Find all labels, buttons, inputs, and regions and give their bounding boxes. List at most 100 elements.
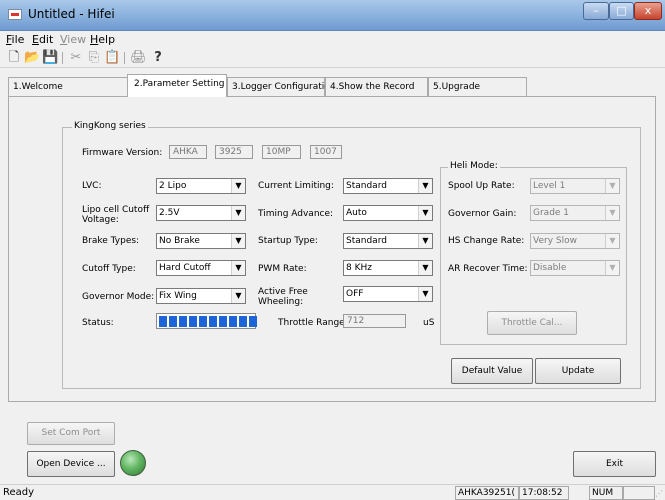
- lvc-value: 2 Lipo: [159, 181, 187, 191]
- menu-view-label: iew: [67, 33, 87, 46]
- startup-type-select[interactable]: Standard ▼: [343, 233, 433, 249]
- hs-change-rate-label: HS Change Rate:: [448, 236, 525, 246]
- governor-gain-select[interactable]: Grade 1 ▼: [530, 205, 620, 221]
- pwm-rate-label: PWM Rate:: [258, 264, 307, 274]
- menu-edit-label: dit: [38, 33, 54, 46]
- lipo-cutoff-select[interactable]: 2.5V ▼: [156, 205, 246, 221]
- cutoff-type-select[interactable]: Hard Cutoff ▼: [156, 260, 246, 276]
- active-free-wheeling-value: OFF: [346, 289, 364, 299]
- pwm-rate-select[interactable]: 8 KHz ▼: [343, 260, 433, 276]
- firmware-part-1: AHKA: [169, 145, 207, 159]
- minimize-button[interactable]: –: [583, 2, 609, 20]
- open-folder-icon[interactable]: 📂: [24, 50, 40, 66]
- brake-types-select[interactable]: No Brake ▼: [156, 233, 246, 249]
- copy-icon[interactable]: ⎘: [86, 50, 102, 66]
- maximize-button[interactable]: □: [609, 2, 634, 20]
- menu-help[interactable]: Help: [90, 33, 115, 46]
- chevron-down-icon: ▼: [231, 234, 245, 248]
- progress-block: [249, 316, 257, 327]
- progress-block: [169, 316, 177, 327]
- tab-welcome[interactable]: 1.Welcome: [8, 77, 128, 97]
- chevron-down-icon: ▼: [418, 287, 432, 301]
- firmware-part-2: 3925: [215, 145, 253, 159]
- chevron-down-icon: ▼: [231, 289, 245, 303]
- connection-status-led: [120, 450, 146, 476]
- status-device-id: AHKA39251(: [455, 486, 519, 500]
- menu-file[interactable]: File: [6, 33, 24, 46]
- brake-types-label: Brake Types:: [82, 236, 140, 246]
- progress-block: [239, 316, 247, 327]
- new-file-icon[interactable]: 🗋: [6, 50, 22, 66]
- menu-file-label: ile: [11, 33, 25, 46]
- menu-edit-key: E: [32, 33, 39, 46]
- chevron-down-icon: ▼: [418, 261, 432, 275]
- status-empty-panel: [623, 486, 655, 500]
- governor-gain-value: Grade 1: [533, 208, 570, 218]
- window-title: Untitled - Hifei: [28, 7, 115, 21]
- update-button[interactable]: Update: [535, 358, 621, 384]
- governor-mode-select[interactable]: Fix Wing ▼: [156, 288, 246, 304]
- tab-show-record[interactable]: 4.Show the Record: [325, 77, 428, 97]
- active-free-wheeling-select[interactable]: OFF ▼: [343, 286, 433, 302]
- spool-up-rate-select[interactable]: Level 1 ▼: [530, 178, 620, 194]
- timing-advance-label: Timing Advance:: [258, 209, 334, 219]
- cut-icon[interactable]: ✂: [68, 50, 84, 66]
- menu-bar: File Edit View Help: [0, 31, 665, 48]
- chevron-down-icon: ▼: [418, 206, 432, 220]
- tab-parameter-setting[interactable]: 2.Parameter Setting: [127, 74, 227, 97]
- hs-change-rate-value: Very Slow: [533, 236, 577, 246]
- lvc-select[interactable]: 2 Lipo ▼: [156, 178, 246, 194]
- lipo-cutoff-value: 2.5V: [159, 208, 180, 218]
- firmware-part-3: 10MP: [262, 145, 301, 159]
- lipo-cutoff-label: Lipo cell Cutoff Voltage:: [82, 205, 150, 225]
- chevron-down-icon: ▼: [418, 234, 432, 248]
- chevron-down-icon: ▼: [605, 261, 619, 275]
- current-limiting-select[interactable]: Standard ▼: [343, 178, 433, 194]
- tab-logger-configuration[interactable]: 3.Logger Configuration: [227, 77, 336, 97]
- menu-edit[interactable]: Edit: [32, 33, 53, 46]
- progress-block: [199, 316, 207, 327]
- help-icon[interactable]: ?: [150, 50, 166, 66]
- throttle-cal-button[interactable]: Throttle Cal...: [487, 311, 577, 335]
- pwm-rate-value: 8 KHz: [346, 263, 372, 273]
- chevron-down-icon: ▼: [605, 234, 619, 248]
- startup-type-value: Standard: [346, 236, 387, 246]
- firmware-part-4: 1007: [310, 145, 342, 159]
- exit-button[interactable]: Exit: [573, 451, 656, 477]
- throttle-range-label: Throttle Range:: [278, 318, 348, 328]
- cutoff-type-label: Cutoff Type:: [82, 264, 136, 274]
- tab-strip: 1.Welcome 2.Parameter Setting 3.Logger C…: [0, 74, 665, 97]
- tab-upgrade[interactable]: 5.Upgrade: [428, 77, 527, 97]
- progress-block: [219, 316, 227, 327]
- resize-grip-icon[interactable]: ⋰: [655, 489, 663, 499]
- hs-change-rate-select[interactable]: Very Slow ▼: [530, 233, 620, 249]
- menu-help-label: elp: [98, 33, 116, 46]
- chevron-down-icon: ▼: [605, 206, 619, 220]
- app-icon: [8, 9, 22, 20]
- title-bar[interactable]: Untitled - Hifei – □ x: [0, 0, 665, 31]
- timing-advance-select[interactable]: Auto ▼: [343, 205, 433, 221]
- ar-recover-time-select[interactable]: Disable ▼: [530, 260, 620, 276]
- governor-mode-value: Fix Wing: [159, 291, 197, 301]
- chevron-down-icon: ▼: [605, 179, 619, 193]
- heli-mode-title: Heli Mode:: [448, 161, 500, 171]
- progress-block: [229, 316, 237, 327]
- default-value-button[interactable]: Default Value: [451, 358, 533, 384]
- active-free-wheeling-label: Active Free Wheeling:: [258, 287, 308, 307]
- status-ready: Ready: [3, 487, 35, 498]
- status-progress-bar: [156, 313, 257, 329]
- chevron-down-icon: ▼: [231, 179, 245, 193]
- save-icon[interactable]: 💾: [42, 50, 58, 66]
- menu-view[interactable]: View: [60, 33, 86, 46]
- lvc-label: LVC:: [82, 181, 102, 191]
- progress-block: [189, 316, 197, 327]
- paste-icon[interactable]: 📋: [104, 50, 120, 66]
- set-com-port-button[interactable]: Set Com Port: [27, 422, 115, 445]
- cutoff-type-value: Hard Cutoff: [159, 263, 211, 273]
- spool-up-rate-label: Spool Up Rate:: [448, 181, 515, 191]
- close-button[interactable]: x: [634, 2, 662, 20]
- open-device-button[interactable]: Open Device ...: [27, 451, 115, 477]
- print-icon[interactable]: 🖨: [130, 50, 147, 66]
- firmware-label: Firmware Version:: [82, 148, 163, 158]
- status-num: NUM: [589, 486, 623, 500]
